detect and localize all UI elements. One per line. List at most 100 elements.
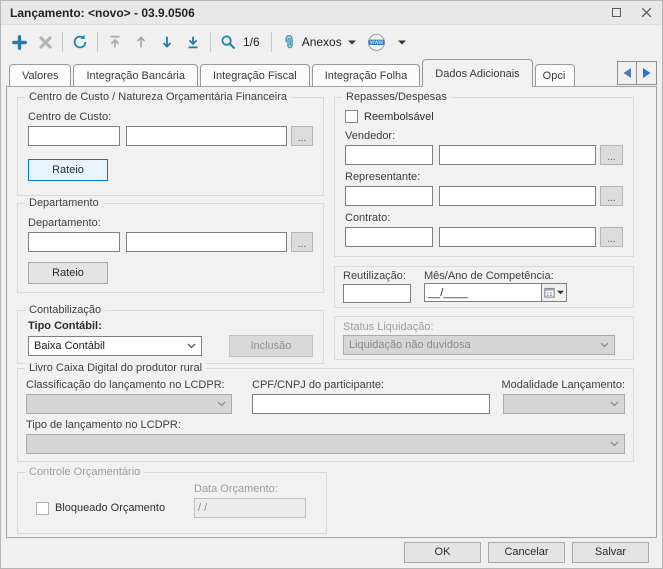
footer-button-bar: OK Cancelar Salvar xyxy=(1,536,662,568)
first-record-icon xyxy=(107,34,123,50)
group-title: Centro de Custo / Natureza Orçamentária … xyxy=(25,91,291,104)
svg-text:WWW: WWW xyxy=(370,39,384,45)
salvar-button[interactable]: Salvar xyxy=(572,542,649,563)
box-status-liquidacao: Status Liquidação: Liquidação não duvido… xyxy=(334,316,634,360)
departamento-browse-button[interactable]: ... xyxy=(291,232,313,252)
tab-integracao-fiscal[interactable]: Integração Fiscal xyxy=(200,64,310,86)
window-title: Lançamento: <novo> - 03.9.0506 xyxy=(10,6,195,20)
tab-scroll-left-button[interactable] xyxy=(617,61,637,85)
status-liquidacao-label: Status Liquidação: xyxy=(343,321,625,333)
toolbar-separator xyxy=(210,32,211,52)
record-counter: 1/6 xyxy=(243,35,260,49)
representante-browse-button[interactable]: ... xyxy=(600,186,623,206)
anexos-button[interactable]: Anexos xyxy=(276,29,362,55)
arrow-left-icon xyxy=(623,68,632,78)
tab-scroll-right-button[interactable] xyxy=(637,61,657,85)
last-record-icon xyxy=(185,34,201,50)
vendedor-code-input[interactable] xyxy=(345,145,433,165)
ok-button[interactable]: OK xyxy=(404,542,481,563)
chevron-down-icon xyxy=(217,401,226,407)
anexos-label: Anexos xyxy=(302,35,342,49)
mes-ano-competencia-input[interactable]: __/____ xyxy=(424,283,542,302)
rateio-centro-custo-button[interactable]: Rateio xyxy=(28,159,108,181)
group-title: Repasses/Despesas xyxy=(342,91,451,104)
tipo-lancamento-lcdpr-label: Tipo de lançamento no LCDPR: xyxy=(26,419,625,431)
search-icon xyxy=(220,34,236,50)
chevron-down-icon xyxy=(610,441,619,447)
centro-custo-name-input[interactable] xyxy=(126,126,287,146)
bloqueado-orcamento-checkbox xyxy=(36,502,49,515)
reembolsavel-label: Reembolsável xyxy=(364,111,434,123)
reutilizacao-input[interactable] xyxy=(343,284,411,303)
modalidade-lancamento-select xyxy=(503,394,625,414)
tab-integracao-bancaria[interactable]: Integração Bancária xyxy=(73,64,197,86)
add-record-button[interactable] xyxy=(6,29,32,55)
modalidade-lancamento-label: Modalidade Lançamento: xyxy=(501,379,625,391)
departamento-name-input[interactable] xyxy=(126,232,287,252)
cpf-cnpj-label: CPF/CNPJ do participante: xyxy=(252,379,490,391)
close-button[interactable] xyxy=(639,6,653,20)
last-record-button[interactable] xyxy=(180,29,206,55)
data-orcamento-label: Data Orçamento: xyxy=(194,483,306,495)
inclusao-button: Inclusão xyxy=(229,335,313,357)
reutilizacao-label: Reutilização: xyxy=(343,270,411,282)
group-title: Controle Orçamentário xyxy=(25,466,144,479)
centro-custo-code-input[interactable] xyxy=(28,126,120,146)
tipo-contabil-select[interactable]: Baixa Contábil xyxy=(28,336,202,356)
departamento-label: Departamento: xyxy=(28,217,313,229)
web-dropdown-button[interactable] xyxy=(392,29,412,55)
calendar-dropdown-button[interactable] xyxy=(541,283,567,302)
group-contabilizacao: Contabilização Tipo Contábil: Baixa Cont… xyxy=(17,310,324,364)
arrow-up-icon xyxy=(133,34,149,50)
bloqueado-orcamento-label: Bloqueado Orçamento xyxy=(55,502,165,514)
box-reutilizacao-competencia: Reutilização: Mês/Ano de Competência: __… xyxy=(334,266,634,308)
web-globe-icon: WWW xyxy=(367,33,386,52)
vendedor-name-input[interactable] xyxy=(439,145,596,165)
reembolsavel-checkbox[interactable] xyxy=(345,110,358,123)
tipo-lancamento-lcdpr-select xyxy=(26,434,625,454)
vendedor-browse-button[interactable]: ... xyxy=(600,145,623,165)
group-title: Contabilização xyxy=(25,304,105,317)
centro-custo-browse-button[interactable]: ... xyxy=(291,126,313,146)
arrow-right-icon xyxy=(642,68,651,78)
tab-strip: Valores Integração Bancária Integração F… xyxy=(6,59,657,86)
rateio-departamento-button[interactable]: Rateio xyxy=(28,262,108,284)
classificacao-lcdpr-label: Classificação do lançamento no LCDPR: xyxy=(26,379,238,391)
toolbar-separator xyxy=(97,32,98,52)
refresh-icon xyxy=(72,34,88,50)
previous-record-button xyxy=(128,29,154,55)
chevron-down-icon xyxy=(187,343,196,349)
tab-integracao-folha[interactable]: Integração Folha xyxy=(312,64,421,86)
close-icon xyxy=(641,7,652,18)
tipo-contabil-label: Tipo Contábil: xyxy=(28,320,313,332)
contrato-name-input[interactable] xyxy=(439,227,596,247)
first-record-button xyxy=(102,29,128,55)
group-departamento: Departamento Departamento: ... Rateio xyxy=(17,203,324,293)
delete-record-button xyxy=(32,29,58,55)
delete-x-icon xyxy=(38,35,53,50)
web-button[interactable]: WWW xyxy=(362,29,392,55)
chevron-down-icon xyxy=(610,401,619,407)
group-title: Livro Caixa Digital do produtor rural xyxy=(25,362,206,375)
tab-valores[interactable]: Valores xyxy=(9,64,71,86)
tab-page-dados-adicionais: Centro de Custo / Natureza Orçamentária … xyxy=(6,86,657,538)
contrato-browse-button[interactable]: ... xyxy=(600,227,623,247)
group-repasses-despesas: Repasses/Despesas Reembolsável Vendedor:… xyxy=(334,97,634,257)
mes-ano-competencia-label: Mês/Ano de Competência: xyxy=(424,270,567,282)
next-record-button[interactable] xyxy=(154,29,180,55)
maximize-button[interactable] xyxy=(609,6,623,20)
data-orcamento-input: / / xyxy=(194,498,306,518)
cancelar-button[interactable]: Cancelar xyxy=(488,542,565,563)
contrato-code-input[interactable] xyxy=(345,227,433,247)
titlebar: Lançamento: <novo> - 03.9.0506 xyxy=(1,1,662,25)
departamento-code-input[interactable] xyxy=(28,232,120,252)
arrow-down-icon xyxy=(159,34,175,50)
tab-opcionais[interactable]: Opci xyxy=(535,64,575,86)
status-liquidacao-select: Liquidação não duvidosa xyxy=(343,335,615,355)
tab-dados-adicionais[interactable]: Dados Adicionais xyxy=(422,59,532,87)
refresh-button[interactable] xyxy=(67,29,93,55)
representante-code-input[interactable] xyxy=(345,186,433,206)
search-button[interactable] xyxy=(215,29,241,55)
cpf-cnpj-input[interactable] xyxy=(252,394,490,414)
representante-name-input[interactable] xyxy=(439,186,596,206)
